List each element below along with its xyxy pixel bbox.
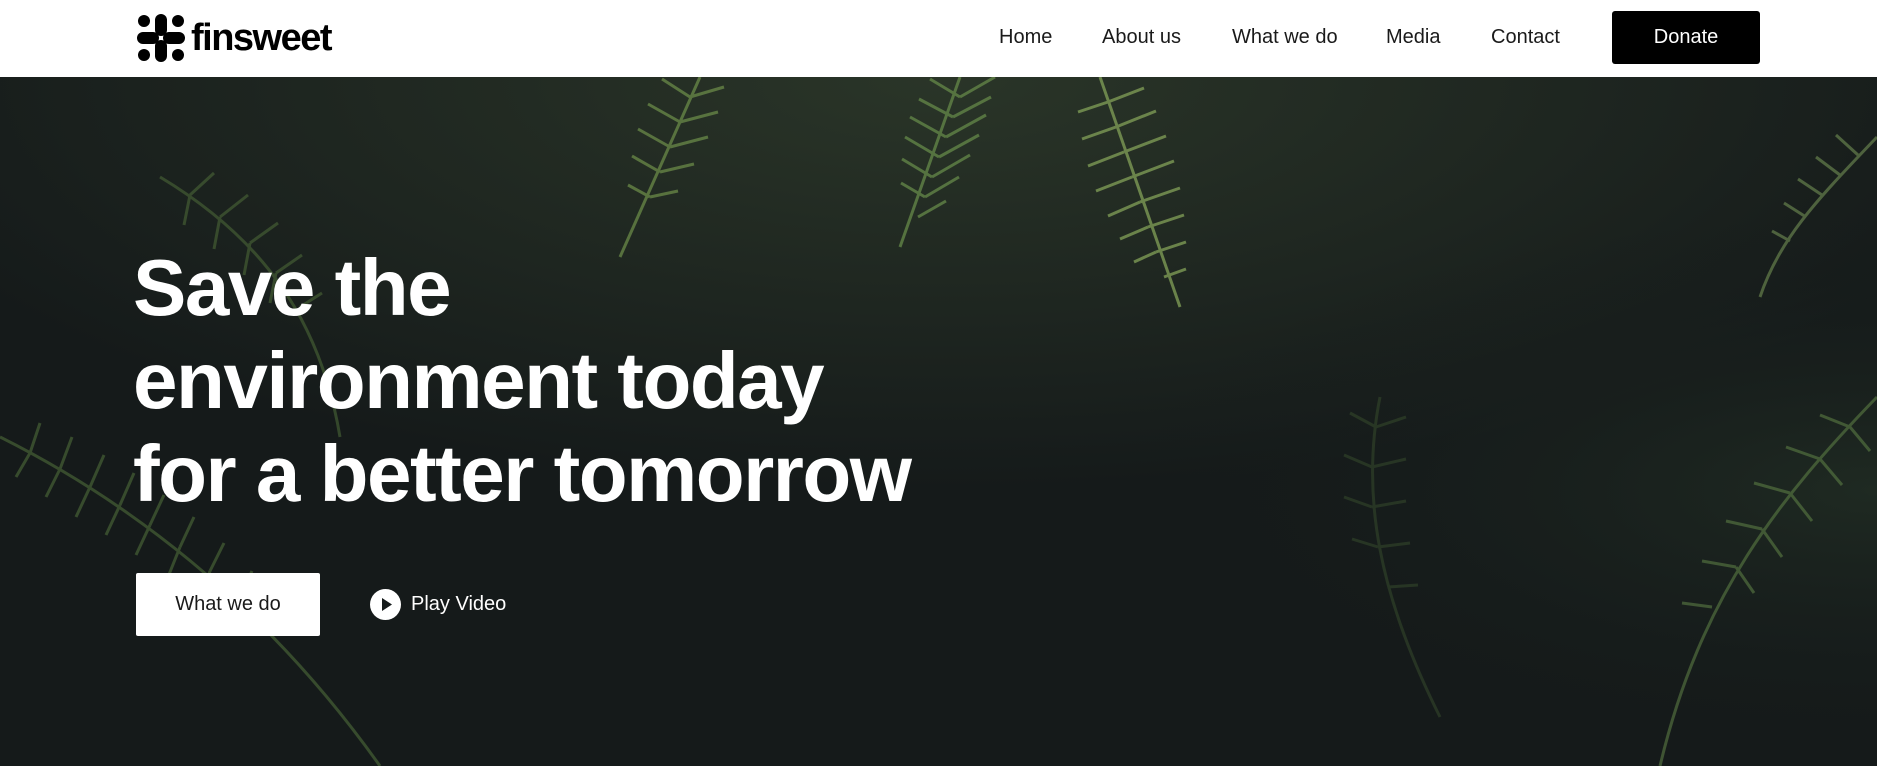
play-icon: [370, 588, 401, 620]
navbar: finsweet Home About us What we do Media …: [0, 0, 1877, 77]
finsweet-logo-icon: [137, 14, 185, 62]
hero-title: Save the environment today for a better …: [133, 243, 912, 518]
play-video-link[interactable]: Play Video: [370, 588, 506, 620]
donate-button[interactable]: Donate: [1612, 11, 1760, 64]
hero-section: Save the environment today for a better …: [0, 77, 1877, 766]
nav-item-about-us[interactable]: About us: [1102, 25, 1181, 49]
nav-item-what-we-do[interactable]: What we do: [1232, 25, 1338, 49]
brand-name: finsweet: [191, 17, 333, 59]
nav-item-home[interactable]: Home: [999, 25, 1052, 49]
play-video-label: Play Video: [411, 593, 507, 615]
nav-item-contact[interactable]: Contact: [1491, 25, 1560, 49]
brand-logo[interactable]: finsweet: [135, 12, 333, 64]
nav-item-media[interactable]: Media: [1386, 25, 1440, 49]
what-we-do-button[interactable]: What we do: [136, 573, 320, 636]
